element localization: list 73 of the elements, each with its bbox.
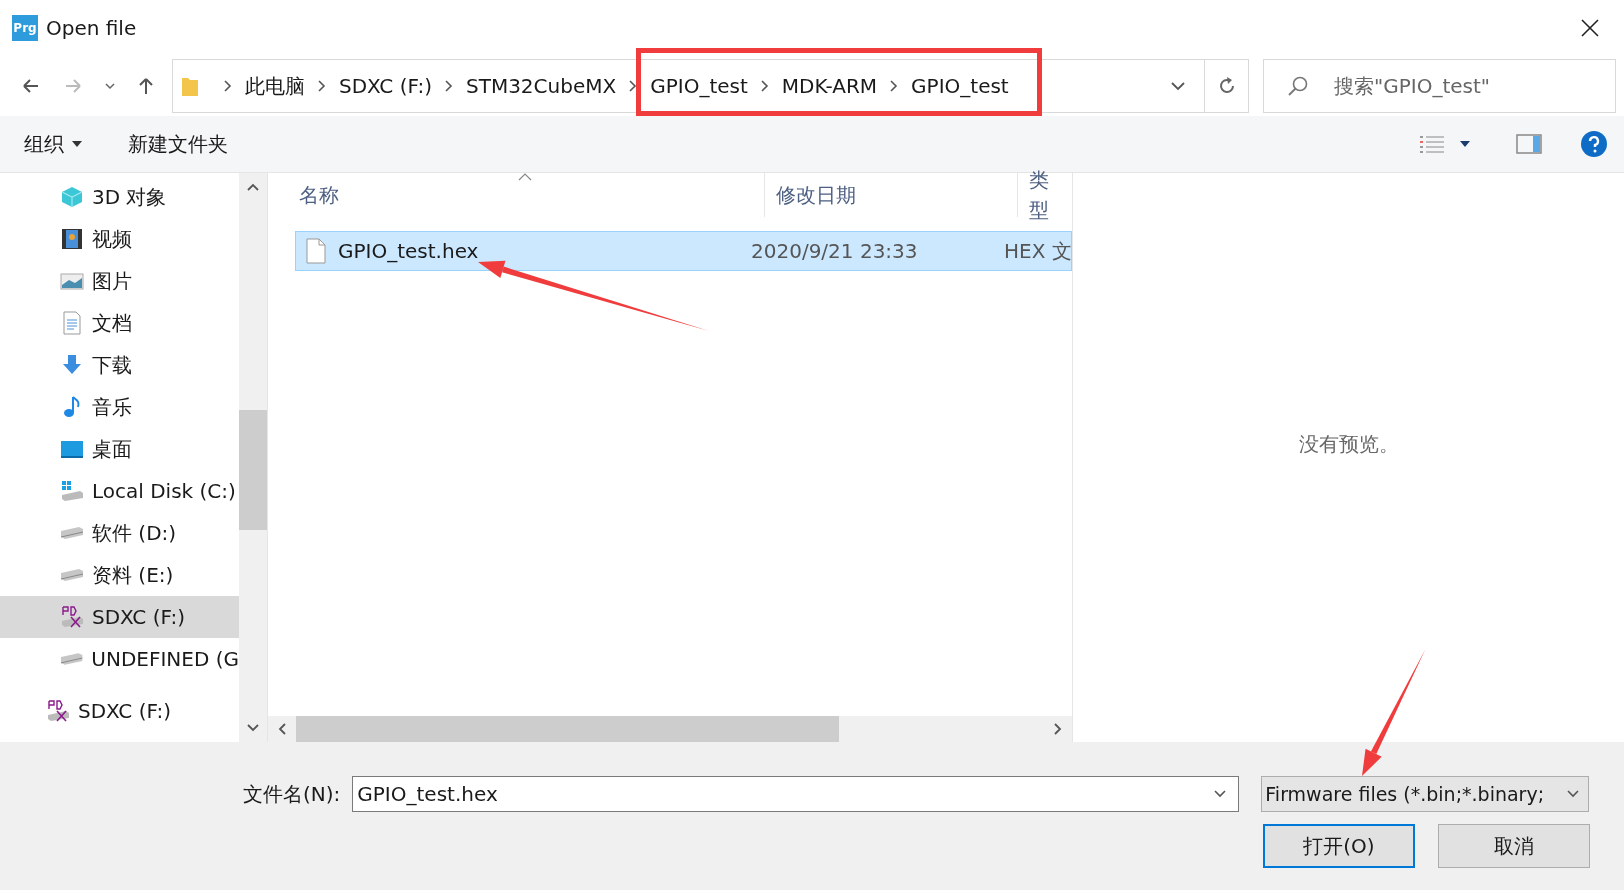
caret-icon [103,82,117,90]
new-folder-button[interactable]: 新建文件夹 [120,129,236,159]
file-type-dropdown[interactable]: Firmware files (*.bin;*.binary; [1261,776,1590,812]
sidebar-item[interactable]: 文档 [0,302,239,344]
column-header[interactable]: 名称 [288,173,765,217]
drive-icon [60,568,84,582]
sidebar-item[interactable]: SDXC (F:) [0,596,239,638]
pane-icon [1516,134,1542,154]
breadcrumb[interactable]: MDK-ARM [781,71,878,101]
chevron-icon [443,79,454,93]
down-caret-icon [246,723,260,733]
dialog-button[interactable]: 取消 [1438,824,1590,868]
caret-icon [72,141,82,147]
scrollbar[interactable] [268,716,1072,742]
column-header[interactable]: 修改日期 [765,173,1018,217]
sidebar-item[interactable]: SDXC (F:) [0,690,239,732]
table-cell-text: HEX 文 [1003,238,1071,265]
dropdown-caret-icon [1170,81,1186,91]
preview-message: 没有预览。 [1298,430,1399,458]
dropdown-caret-icon [1566,789,1581,799]
file-row[interactable]: GPIO_test.hex 2020/9/21 23:33 HEX 文 [295,231,1072,271]
search-icon [1287,75,1309,97]
document-icon [60,311,84,335]
scrollbar-thumb[interactable] [239,410,267,530]
sidebar-item[interactable]: 软件 (D:) [0,512,239,554]
help-button[interactable] [1580,130,1608,158]
breadcrumb[interactable]: 此电脑 [245,71,305,101]
file-icon [306,238,326,264]
sidebar-item[interactable]: 图片 [0,260,239,302]
sidebar-item[interactable]: 3D 对象 [0,176,239,218]
sidebar-item[interactable]: 桌面 [0,428,239,470]
close-icon [1581,19,1599,37]
drive-icon [60,652,84,666]
folder-icon [181,75,199,97]
scrollbar[interactable] [239,173,267,742]
app-icon: Prg [12,15,38,41]
breadcrumb[interactable]: GPIO_test [650,71,748,101]
dropdown-caret-icon [1213,789,1228,799]
chevron-icon [317,79,327,93]
chevron-icon [628,79,639,93]
window-title: Open file [46,15,138,42]
table-cell-text: 2020/9/21 23:33 [750,238,919,265]
up-caret-icon [246,182,260,192]
drive-icon [60,479,84,503]
help-icon [1580,130,1608,158]
field-label: 文件名(N): [243,781,341,808]
sidebar-item[interactable]: 资料 (E:) [0,554,239,596]
caret-icon [1460,141,1470,147]
left-caret-icon [277,722,287,736]
chevron-icon [223,79,233,93]
right-caret-icon [1053,722,1063,736]
sort-caret-icon [518,173,532,181]
search-field[interactable]: 搜索"GPIO_test" [1263,59,1616,113]
scrollbar-thumb[interactable] [296,716,839,742]
sidebar-item[interactable]: 音乐 [0,386,239,428]
cube-icon [60,185,84,209]
sidebar-item[interactable]: Local Disk (C:) [0,470,239,512]
sidebar-item[interactable]: 视频 [0,218,239,260]
filename-field[interactable]: GPIO_test.hex [352,776,1240,812]
breadcrumb[interactable]: SDXC (F:) [339,71,432,101]
dialog-button[interactable]: 打开(O) [1263,824,1415,868]
breadcrumb[interactable]: STM32CubeMX [465,71,617,101]
address-bar[interactable]: 此电脑 SDXC (F:) STM32CubeMX GPIO_test MDK-ARM GPIO_test [172,59,1249,113]
breadcrumb[interactable]: GPIO_test [911,71,1009,101]
file-name: GPIO_test.hex [338,238,479,265]
chevron-icon [889,79,900,93]
chevron-icon [759,79,770,93]
drive-icon [60,526,84,540]
sidebar-item[interactable]: 下载 [0,344,239,386]
organize-menu[interactable]: 组织 [16,129,90,159]
list-view-icon [1420,134,1444,154]
film-icon [60,227,84,251]
sidebar-item[interactable]: UNDEFINED (G [0,638,239,680]
